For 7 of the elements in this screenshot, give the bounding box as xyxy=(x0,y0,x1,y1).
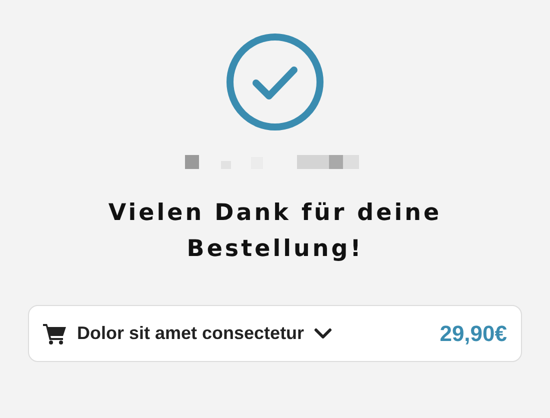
product-name: Dolor sit amet consectetur xyxy=(77,323,304,344)
order-price: 29,90€ xyxy=(440,320,507,346)
thank-you-heading: Vielen Dank für deine Bestellung! xyxy=(107,199,443,264)
checkmark-icon xyxy=(226,33,324,131)
chevron-icon xyxy=(314,328,332,340)
expand-toggle[interactable] xyxy=(314,328,332,340)
cart-icon xyxy=(43,322,67,344)
